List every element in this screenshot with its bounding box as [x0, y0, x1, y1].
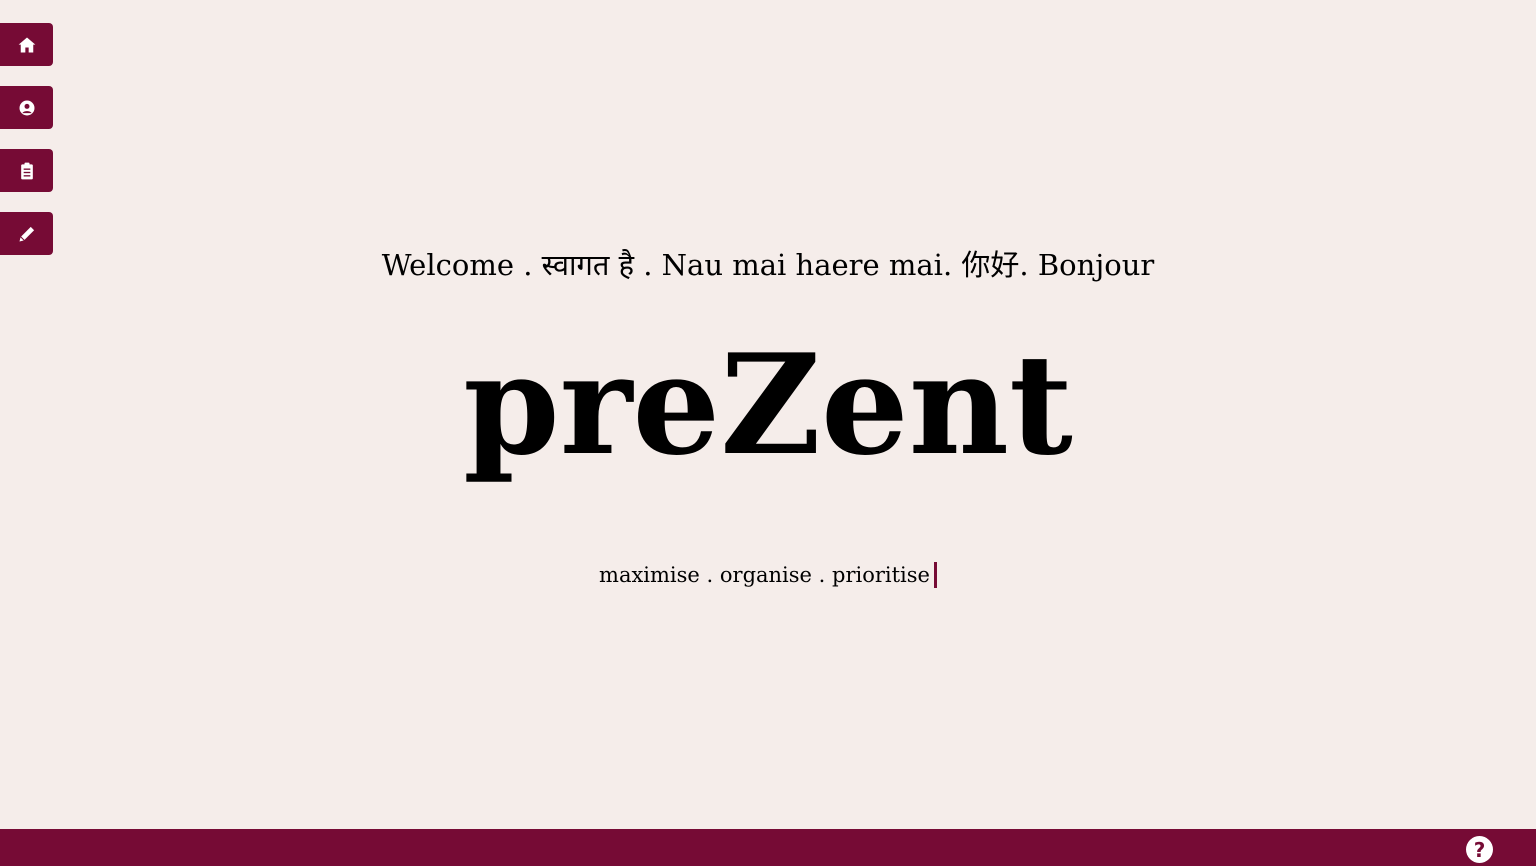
tagline-text: maximise . organise . prioritise: [599, 563, 930, 587]
help-button[interactable]: ?: [1466, 836, 1493, 863]
home-icon: [18, 37, 35, 52]
question-circle-icon: ?: [1473, 837, 1486, 862]
clipboard-icon: [20, 162, 33, 179]
tasks-button[interactable]: [0, 149, 53, 192]
pencil-icon: [19, 226, 34, 241]
tagline-line: maximise . organise . prioritise: [0, 560, 1536, 590]
user-circle-icon: [19, 100, 34, 115]
profile-button[interactable]: [0, 86, 53, 129]
brand-title: preZent: [463, 323, 1073, 486]
typing-cursor: [933, 562, 937, 588]
side-navigation: [0, 23, 53, 255]
footer-bar: ?: [0, 829, 1536, 866]
home-button[interactable]: [0, 23, 53, 66]
welcome-greeting: Welcome . स्वागत है . Nau mai haere mai.…: [381, 248, 1155, 282]
